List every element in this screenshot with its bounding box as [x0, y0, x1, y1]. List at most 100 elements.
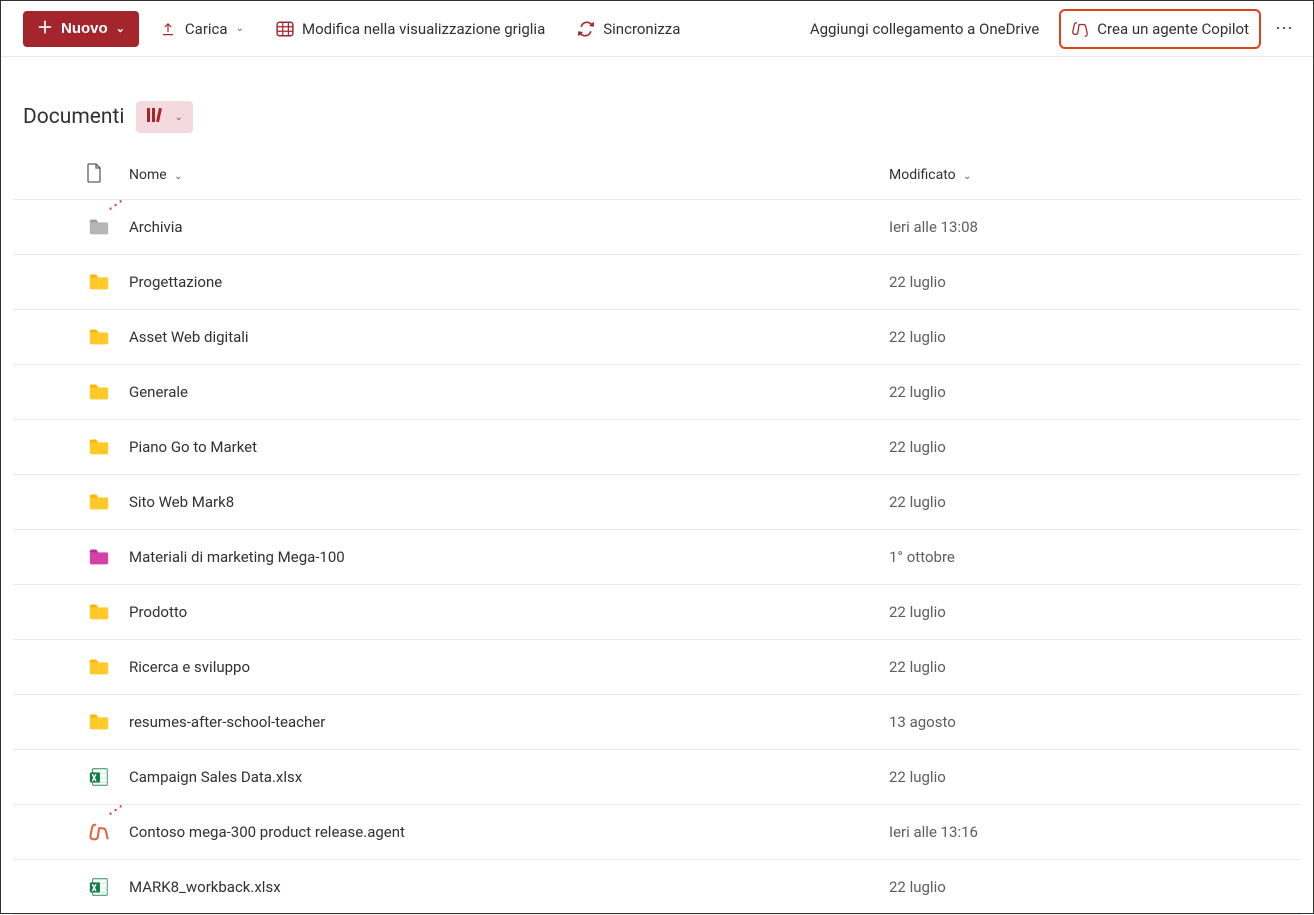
- chevron-down-icon: ⌄: [116, 22, 125, 35]
- new-indicator-icon: ⋰: [108, 197, 123, 214]
- table-row[interactable]: Materiali di marketing Mega-100 1° ottobr…: [13, 530, 1301, 585]
- chevron-down-icon: ⌄: [174, 112, 182, 123]
- row-select-cell[interactable]: [13, 860, 77, 915]
- new-button[interactable]: ＋ Nuovo ⌄: [23, 11, 139, 47]
- row-type-icon: [77, 365, 121, 420]
- view-switcher[interactable]: ⌄: [136, 101, 192, 133]
- row-type-icon: [77, 255, 121, 310]
- table-row[interactable]: Generale22 luglio: [13, 365, 1301, 420]
- row-name[interactable]: ⋰Archivia: [121, 200, 881, 255]
- row-name[interactable]: Materiali di marketing Mega-100: [121, 530, 881, 585]
- page-heading-row: Documenti ⌄: [1, 57, 1313, 153]
- table-row[interactable]: ⋰Contoso mega-300 product release.agentI…: [13, 805, 1301, 860]
- row-modified: 22 luglio: [881, 255, 1301, 310]
- row-name[interactable]: Prodotto: [121, 585, 881, 640]
- more-actions-button[interactable]: ⋯: [1269, 13, 1301, 45]
- table-row[interactable]: Ricerca e sviluppo 22 luglio: [13, 640, 1301, 695]
- row-name[interactable]: Piano Go to Market: [121, 420, 881, 475]
- column-type[interactable]: [77, 153, 121, 200]
- row-type-icon: [77, 750, 121, 805]
- row-modified: 1° ottobre: [881, 530, 1301, 585]
- row-name[interactable]: Generale: [121, 365, 881, 420]
- row-select-cell[interactable]: [13, 805, 77, 860]
- row-select-cell[interactable]: [13, 530, 77, 585]
- sync-label: Sincronizza: [603, 20, 680, 38]
- edit-grid-button[interactable]: Modifica nella visualizzazione griglia: [264, 11, 557, 47]
- row-select-cell[interactable]: [13, 365, 77, 420]
- table-row[interactable]: ⋰ArchiviaIeri alle 13:08: [13, 200, 1301, 255]
- row-name-text: Contoso mega-300 product release.agent: [129, 823, 405, 841]
- table-row[interactable]: Sito Web Mark822 luglio: [13, 475, 1301, 530]
- sync-button[interactable]: Sincronizza: [565, 11, 692, 47]
- row-name[interactable]: Sito Web Mark8: [121, 475, 881, 530]
- row-modified: 22 luglio: [881, 585, 1301, 640]
- plus-icon: ＋: [37, 21, 53, 37]
- add-onedrive-label: Aggiungi collegamento a OneDrive: [810, 20, 1039, 38]
- row-modified: 22 luglio: [881, 640, 1301, 695]
- row-name[interactable]: Ricerca e sviluppo: [121, 640, 881, 695]
- row-type-icon: [77, 640, 121, 695]
- create-copilot-label: Crea un agente Copilot: [1097, 20, 1249, 38]
- row-modified: 22 luglio: [881, 310, 1301, 365]
- copilot-icon: [1071, 20, 1089, 38]
- row-modified: Ieri alle 13:16: [881, 805, 1301, 860]
- row-select-cell[interactable]: [13, 695, 77, 750]
- table-row[interactable]: Prodotto22 luglio: [13, 585, 1301, 640]
- chevron-down-icon: ⌄: [963, 171, 971, 182]
- upload-icon: [159, 20, 177, 38]
- document-icon: [85, 163, 103, 183]
- row-name-text: resumes-after-school-teacher: [129, 713, 325, 731]
- column-modified[interactable]: Modificato ⌄: [881, 153, 1301, 200]
- column-name[interactable]: Nome ⌄: [121, 153, 881, 200]
- row-select-cell[interactable]: [13, 200, 77, 255]
- row-select-cell[interactable]: [13, 640, 77, 695]
- row-select-cell[interactable]: [13, 475, 77, 530]
- chevron-down-icon: ⌄: [236, 23, 244, 34]
- page-title: Documenti: [23, 105, 124, 129]
- command-bar: ＋ Nuovo ⌄ Carica ⌄ Modifica nella visual…: [1, 1, 1313, 57]
- row-type-icon: [77, 695, 121, 750]
- add-onedrive-button[interactable]: Aggiungi collegamento a OneDrive: [798, 11, 1051, 47]
- row-name-text: Ricerca e sviluppo: [129, 658, 250, 676]
- create-copilot-agent-button[interactable]: Crea un agente Copilot: [1059, 9, 1261, 49]
- row-name-text: Campaign Sales Data.xlsx: [129, 768, 302, 786]
- table-row[interactable]: Asset Web digitali22 luglio: [13, 310, 1301, 365]
- column-modified-label: Modificato: [889, 167, 956, 183]
- row-modified: 22 luglio: [881, 750, 1301, 805]
- row-modified: 13 agosto: [881, 695, 1301, 750]
- table-header-row: Nome ⌄ Modificato ⌄: [13, 153, 1301, 200]
- documents-table: Nome ⌄ Modificato ⌄ ⋰ArchiviaIeri alle 1…: [13, 153, 1301, 915]
- row-name[interactable]: Campaign Sales Data.xlsx: [121, 750, 881, 805]
- row-name-text: MARK8_workback.xlsx: [129, 878, 281, 896]
- row-name-text: Archivia: [129, 218, 183, 236]
- row-modified: Ieri alle 13:08: [881, 200, 1301, 255]
- upload-button[interactable]: Carica ⌄: [147, 11, 256, 47]
- row-select-cell[interactable]: [13, 310, 77, 365]
- row-name[interactable]: Progettazione: [121, 255, 881, 310]
- row-modified: 22 luglio: [881, 420, 1301, 475]
- table-row[interactable]: resumes-after-school-teacher 13 agosto: [13, 695, 1301, 750]
- row-modified: 22 luglio: [881, 475, 1301, 530]
- edit-grid-label: Modifica nella visualizzazione griglia: [302, 20, 545, 38]
- row-select-cell[interactable]: [13, 585, 77, 640]
- row-modified: 22 luglio: [881, 365, 1301, 420]
- row-modified: 22 luglio: [881, 860, 1301, 915]
- row-name[interactable]: Asset Web digitali: [121, 310, 881, 365]
- column-select[interactable]: [13, 153, 77, 200]
- new-indicator-icon: ⋰: [108, 802, 123, 819]
- row-select-cell[interactable]: [13, 420, 77, 475]
- sync-icon: [577, 20, 595, 38]
- table-row[interactable]: Piano Go to Market 22 luglio: [13, 420, 1301, 475]
- table-row[interactable]: Campaign Sales Data.xlsx 22 luglio: [13, 750, 1301, 805]
- row-name[interactable]: ⋰Contoso mega-300 product release.agent: [121, 805, 881, 860]
- row-select-cell[interactable]: [13, 255, 77, 310]
- row-name[interactable]: MARK8_workback.xlsx: [121, 860, 881, 915]
- row-name-text: Piano Go to Market: [129, 438, 257, 456]
- grid-icon: [276, 20, 294, 38]
- row-select-cell[interactable]: [13, 750, 77, 805]
- row-name[interactable]: resumes-after-school-teacher: [121, 695, 881, 750]
- table-row[interactable]: Progettazione22 luglio: [13, 255, 1301, 310]
- table-row[interactable]: MARK8_workback.xlsx 22 luglio: [13, 860, 1301, 915]
- row-name-text: Materiali di marketing Mega-100: [129, 548, 345, 566]
- library-view-icon: [146, 107, 166, 127]
